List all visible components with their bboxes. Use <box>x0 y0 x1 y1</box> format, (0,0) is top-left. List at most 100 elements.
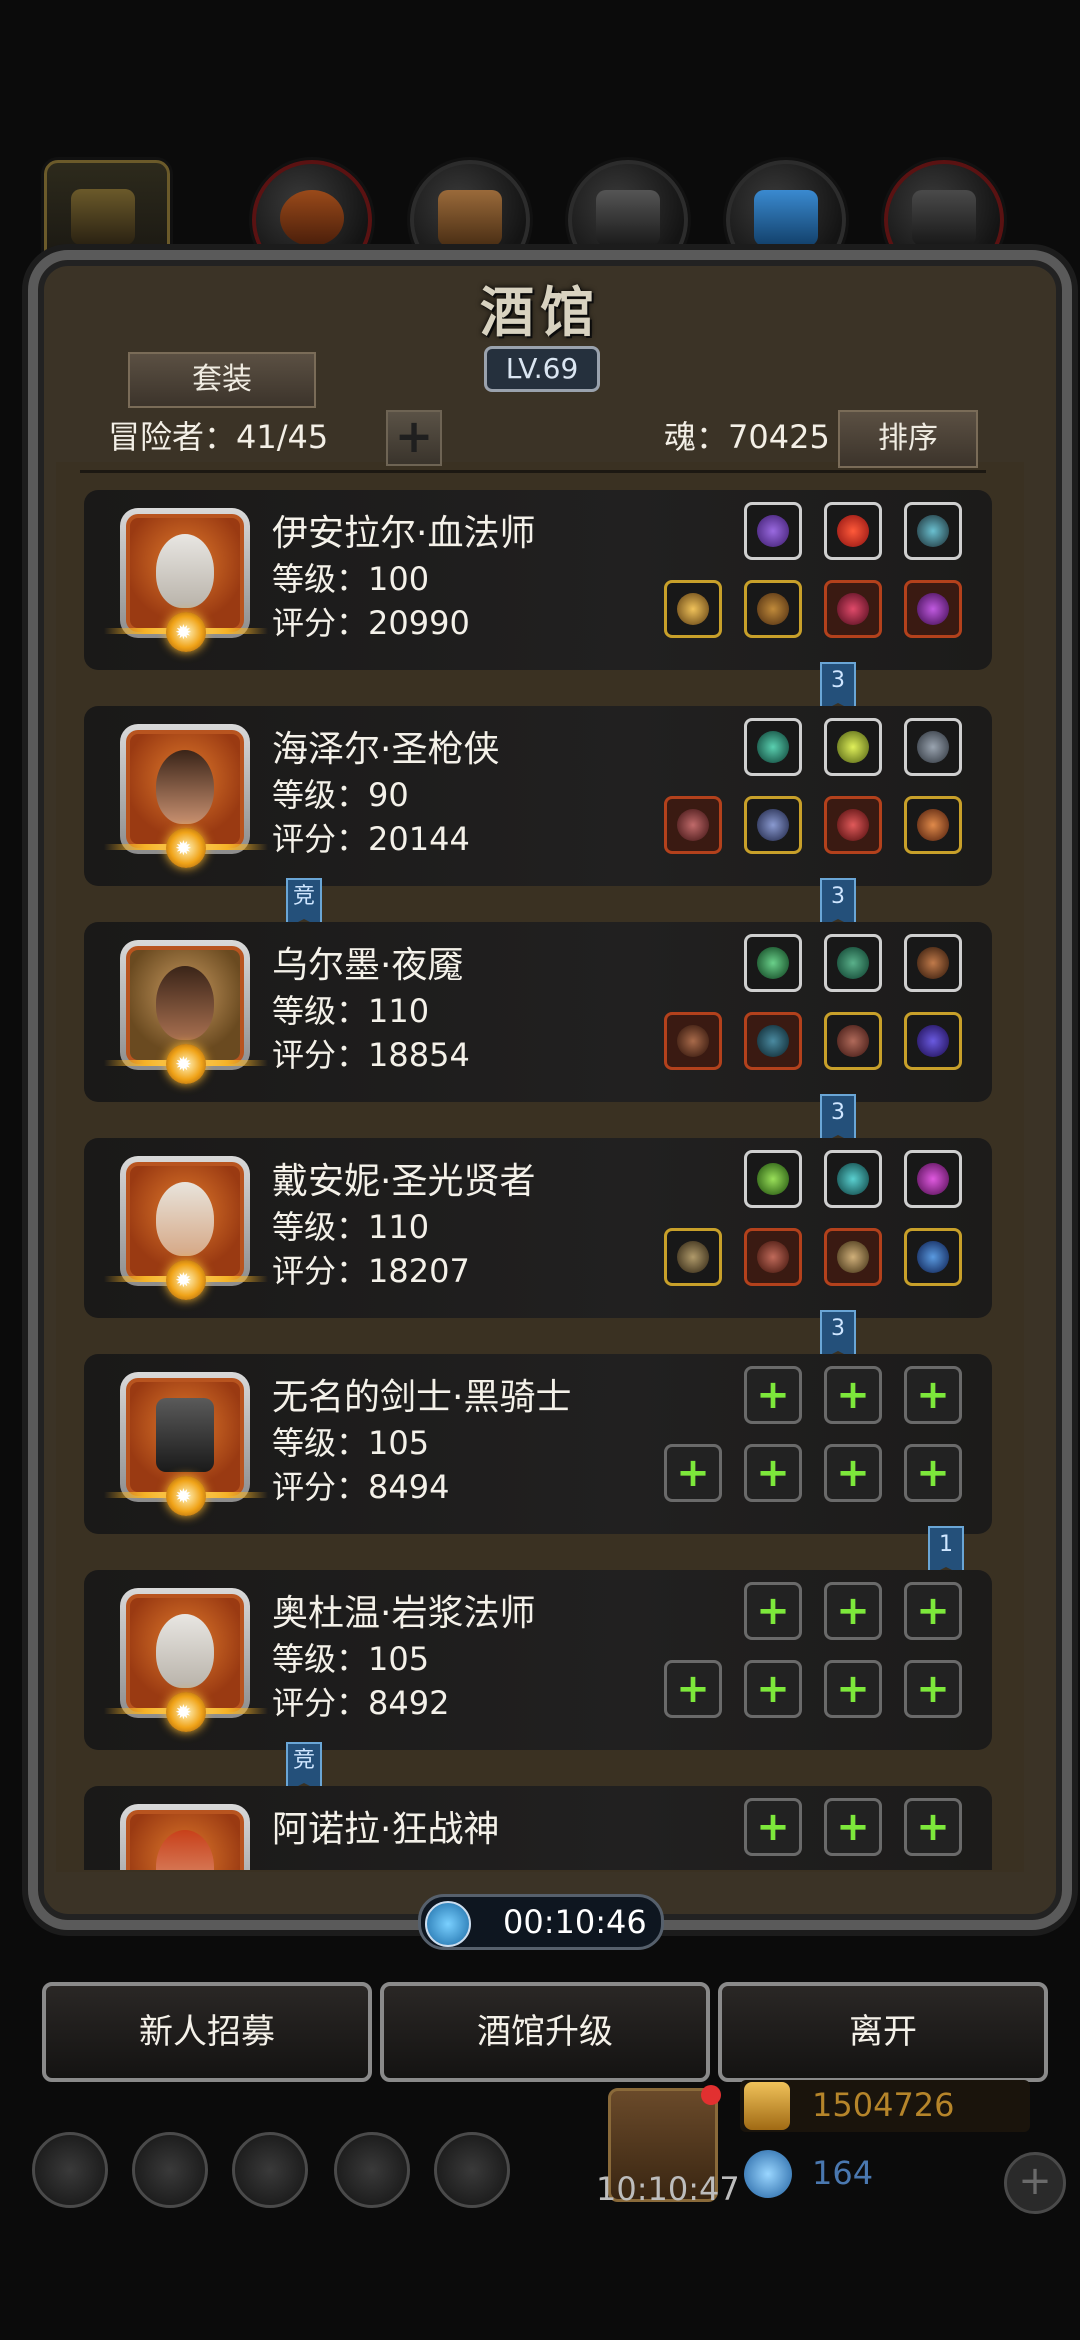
empty-equip-slot[interactable]: + <box>904 1660 962 1718</box>
equip-slot[interactable] <box>664 580 722 638</box>
crystal-icon <box>754 190 818 246</box>
rune-icon <box>757 515 789 547</box>
set-count-flag: 3 <box>820 662 856 712</box>
equip-slot[interactable] <box>744 796 802 854</box>
equip-slot[interactable] <box>824 796 882 854</box>
empty-equip-slot[interactable]: + <box>904 1366 962 1424</box>
equip-slot[interactable] <box>824 718 882 776</box>
equip-slot[interactable] <box>824 1228 882 1286</box>
rank-emblem-icon: ✹ <box>104 1258 268 1302</box>
rank-emblem-icon: ✹ <box>104 1690 268 1734</box>
add-icon: + <box>916 1450 950 1496</box>
adventurer-level: 等级：100 <box>272 560 430 598</box>
equip-slot[interactable] <box>664 1012 722 1070</box>
settings-gear-icon[interactable] <box>32 2132 108 2208</box>
gem-amount: 164 <box>812 2154 874 2192</box>
equip-slot[interactable] <box>744 718 802 776</box>
adventurer-level: 等级：110 <box>272 1208 430 1246</box>
equip-slot[interactable] <box>744 502 802 560</box>
add-gems-button[interactable]: + <box>1004 2152 1066 2214</box>
empty-equip-slot[interactable]: + <box>904 1582 962 1640</box>
gold-amount: 1504726 <box>812 2086 955 2124</box>
empty-equip-slot[interactable]: + <box>744 1798 802 1856</box>
equip-slot[interactable] <box>744 934 802 992</box>
adventurer-card[interactable]: ✹ 乌尔墨·夜魇 等级：110 评分：18854 <box>84 922 992 1102</box>
equip-slot[interactable] <box>744 1150 802 1208</box>
empty-equip-slot[interactable]: + <box>744 1582 802 1640</box>
equip-slot[interactable] <box>824 502 882 560</box>
equip-slot[interactable] <box>824 1150 882 1208</box>
upgrade-tavern-button[interactable]: 酒馆升级 <box>380 1982 710 2082</box>
empty-equip-slot[interactable]: + <box>664 1444 722 1502</box>
boots-icon <box>837 1025 869 1057</box>
sort-button[interactable]: 排序 <box>838 410 978 468</box>
arena-flag: 竞 <box>286 878 322 928</box>
empty-equip-slot[interactable]: + <box>744 1444 802 1502</box>
equip-slot[interactable] <box>904 502 962 560</box>
equip-slot[interactable] <box>904 718 962 776</box>
spear-icon <box>677 1025 709 1057</box>
equip-slot[interactable] <box>664 796 722 854</box>
equip-slot[interactable] <box>904 1228 962 1286</box>
empty-equip-slot[interactable]: + <box>744 1366 802 1424</box>
adventurer-score: 评分：20144 <box>272 820 470 858</box>
mail-icon[interactable] <box>334 2132 410 2208</box>
adventurer-score: 评分：20990 <box>272 604 470 642</box>
rank-emblem-icon: ✹ <box>104 610 268 654</box>
equip-slot[interactable] <box>664 1228 722 1286</box>
set-count-flag: 3 <box>820 1310 856 1360</box>
equip-slot[interactable] <box>904 934 962 992</box>
horns-icon <box>917 947 949 979</box>
empty-equip-slot[interactable]: + <box>904 1798 962 1856</box>
adventurer-card[interactable]: ✹ 无名的剑士·黑骑士 等级：105 评分：8494 + + + + + + + <box>84 1354 992 1534</box>
inventory-icon[interactable] <box>232 2132 308 2208</box>
adventurer-list[interactable]: ✹ 伊安拉尔·血法师 等级：100 评分：20990 3 ✹ 海泽尔·圣枪侠 等… <box>84 490 992 1870</box>
map-icon[interactable] <box>434 2132 510 2208</box>
empty-equip-slot[interactable]: + <box>824 1660 882 1718</box>
adventurer-card[interactable]: ✹ 奥杜温·岩浆法师 等级：105 评分：8492 + + + + + + + <box>84 1570 992 1750</box>
arrow-icon <box>677 1241 709 1273</box>
add-icon: + <box>836 1804 870 1850</box>
equip-slot[interactable] <box>824 934 882 992</box>
equip-slot[interactable] <box>824 1012 882 1070</box>
armor-icon <box>757 1241 789 1273</box>
adventurer-card[interactable]: ✹ 伊安拉尔·血法师 等级：100 评分：20990 <box>84 490 992 670</box>
empty-equip-slot[interactable]: + <box>824 1444 882 1502</box>
equip-slot[interactable] <box>904 1012 962 1070</box>
equip-slot[interactable] <box>824 580 882 638</box>
gem-counter: 164 <box>740 2148 1030 2200</box>
stone-icon <box>837 1163 869 1195</box>
header-divider <box>80 470 986 473</box>
equip-slot[interactable] <box>904 580 962 638</box>
star-icon[interactable] <box>132 2132 208 2208</box>
adventurer-card[interactable]: ✹ 戴安妮·圣光贤者 等级：110 评分：18207 <box>84 1138 992 1318</box>
add-icon: + <box>836 1450 870 1496</box>
equip-slot[interactable] <box>904 796 962 854</box>
leave-button[interactable]: 离开 <box>718 1982 1048 2082</box>
add-icon: + <box>836 1372 870 1418</box>
empty-equip-slot[interactable]: + <box>744 1660 802 1718</box>
gift-timer: 10:10:47 <box>596 2170 740 2208</box>
set-button[interactable]: 套装 <box>128 352 316 408</box>
adventurer-score: 评分：8494 <box>272 1468 450 1506</box>
adventurer-count: 冒险者：41/45 <box>108 418 329 456</box>
recruit-button[interactable]: 新人招募 <box>42 1982 372 2082</box>
equip-slot[interactable] <box>904 1150 962 1208</box>
equip-slot[interactable] <box>744 1012 802 1070</box>
amulet-icon <box>917 593 949 625</box>
adventurer-card[interactable]: 阿诺拉·狂战神 + + + <box>84 1786 992 1870</box>
page-title: 酒馆 <box>480 280 600 344</box>
equip-slot[interactable] <box>744 580 802 638</box>
adventurer-card[interactable]: ✹ 海泽尔·圣枪侠 等级：90 评分：20144 <box>84 706 992 886</box>
empty-equip-slot[interactable]: + <box>824 1582 882 1640</box>
empty-equip-slot[interactable]: + <box>824 1366 882 1424</box>
empty-equip-slot[interactable]: + <box>664 1660 722 1718</box>
empty-equip-slot[interactable]: + <box>904 1444 962 1502</box>
adventurer-level: 等级：105 <box>272 1424 430 1462</box>
timer-text: 00:10:46 <box>503 1903 647 1941</box>
refresh-timer: 00:10:46 <box>418 1894 664 1950</box>
empty-equip-slot[interactable]: + <box>824 1798 882 1856</box>
add-icon: + <box>916 1372 950 1418</box>
expand-slots-button[interactable]: + <box>386 410 442 466</box>
equip-slot[interactable] <box>744 1228 802 1286</box>
